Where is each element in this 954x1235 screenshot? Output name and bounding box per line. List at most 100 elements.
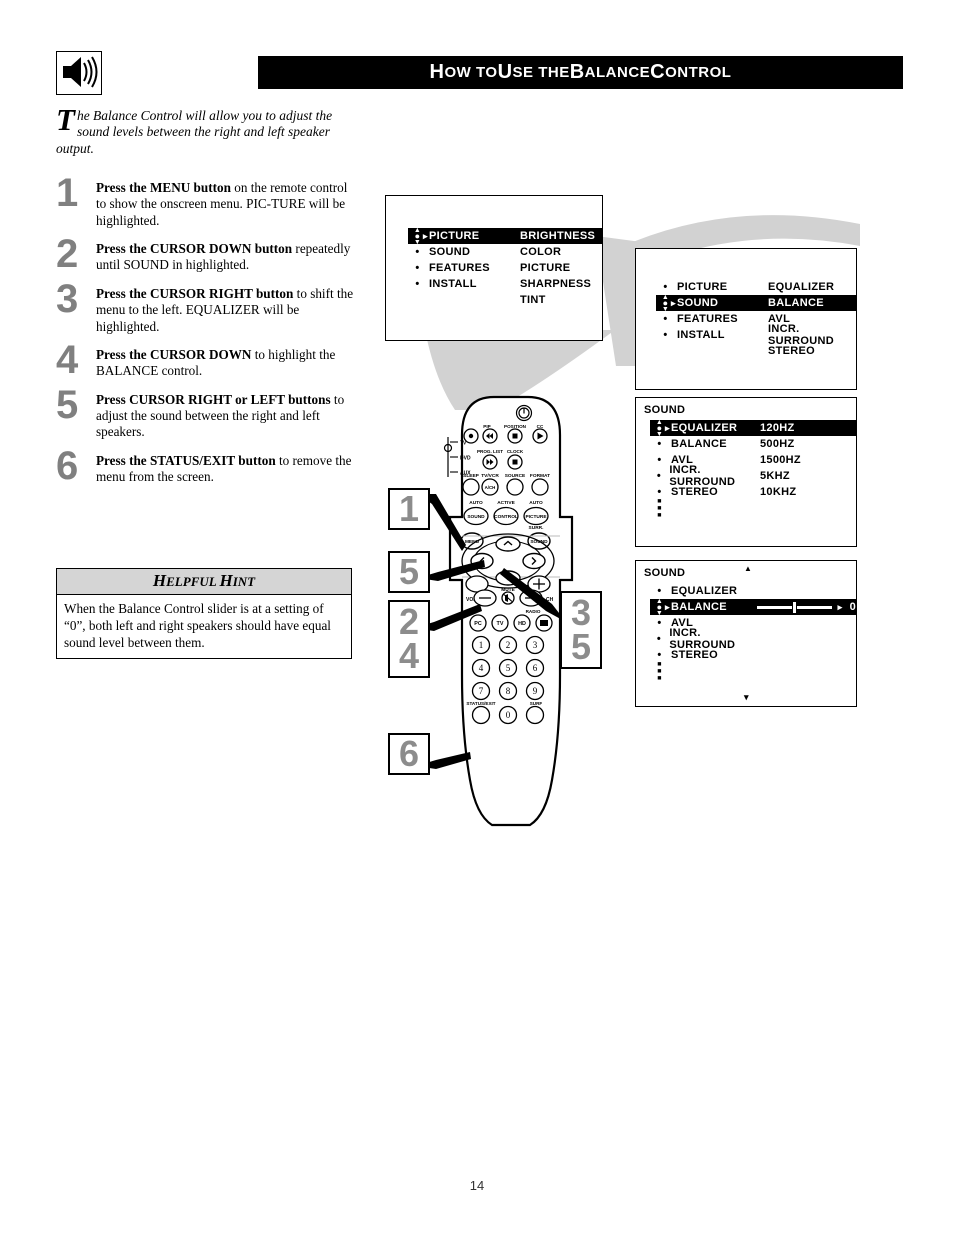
osd-menu-item[interactable]: • INCR. SURROUND bbox=[650, 627, 856, 651]
scroll-down-arrow-icon: ▾ bbox=[744, 692, 749, 702]
osd-menu-item[interactable]: • SOUND COLOR bbox=[408, 244, 602, 260]
osd-menu-item[interactable]: STEREO bbox=[656, 343, 856, 359]
osd-item-label: STEREO bbox=[671, 486, 719, 498]
osd-menu-item[interactable]: • BALANCE 500HZ bbox=[650, 436, 856, 452]
helpful-hint-box: HELPFUL HINT When the Balance Control sl… bbox=[56, 568, 352, 660]
helpful-hint-title: HELPFUL HINT bbox=[57, 569, 351, 595]
callout-3-number: 3 bbox=[570, 592, 592, 633]
osd3-more-indicator: ■ ■ ■ bbox=[650, 497, 856, 519]
osd-menu-item[interactable]: ▲ ● ▼ ▸ SOUND BALANCE bbox=[656, 293, 856, 313]
step-text: Press the STATUS/EXIT button to remove t… bbox=[96, 452, 352, 485]
callout-5-number: 5 bbox=[398, 551, 420, 592]
manual-page: H OW TO U SE THE B ALANCE C ONTROL The Balan… bbox=[0, 0, 954, 1235]
osd-item-value: SHARPNESS bbox=[520, 278, 592, 290]
page-title: H OW TO U SE THE B ALANCE C ONTROL bbox=[429, 61, 732, 83]
osd-menu-sound-selected: • PICTURE EQUALIZER ▲ ● ▼ ▸ SOUND BALANCE • FEATUR… bbox=[635, 248, 857, 390]
page-number: 14 bbox=[469, 1178, 485, 1193]
osd-menu-item[interactable]: ▲ ● ▼ ▸ PICTURE BRIGHTNESS bbox=[408, 227, 602, 246]
callout-4-number: 4 bbox=[398, 635, 420, 676]
svg-text:CLOCK: CLOCK bbox=[507, 449, 524, 454]
bullet-icon: • bbox=[657, 649, 662, 661]
slider-knob[interactable] bbox=[792, 601, 796, 613]
osd-item-label: SOUND bbox=[429, 246, 471, 258]
steps-list: 1 Press the MENU button on the remote con… bbox=[56, 171, 356, 493]
osd3-body: ▲ ● ▼ ▸ EQUALIZER 120HZ • BALANCE 500HZ • AVL 1500H… bbox=[636, 418, 856, 519]
slider-track-right bbox=[796, 605, 832, 609]
osd-item-label: BALANCE bbox=[671, 438, 727, 450]
callout-6-number: 6 bbox=[398, 733, 420, 774]
osd-item-value: BRIGHTNESS bbox=[520, 230, 596, 242]
step-item: 2 Press the CURSOR DOWN button repeatedly… bbox=[56, 232, 356, 277]
slider-track-left bbox=[756, 605, 792, 609]
osd-item-value: TINT bbox=[520, 294, 546, 306]
svg-text:POSITION: POSITION bbox=[504, 424, 527, 429]
bullet-icon: • bbox=[663, 281, 668, 293]
step-item: 5 Press CURSOR RIGHT or LEFT buttons to a… bbox=[56, 382, 356, 441]
osd-menu-item[interactable]: • INSTALL INCR. SURROUND bbox=[656, 323, 856, 347]
callout-5b-number: 5 bbox=[570, 626, 592, 667]
callout-1-number: 1 bbox=[398, 488, 420, 529]
more-items-dots-icon: ■ ■ ■ bbox=[657, 497, 662, 519]
speaker-volume-icon bbox=[56, 51, 102, 95]
page-header-bar: H OW TO U SE THE B ALANCE C ONTROL bbox=[258, 56, 903, 89]
step-text: Press CURSOR RIGHT or LEFT buttons to ad… bbox=[96, 391, 345, 440]
scroll-up-arrow-icon: ▲ bbox=[744, 564, 753, 573]
callout-5: 5 bbox=[388, 551, 430, 593]
step-number: 2 bbox=[56, 232, 79, 277]
osd-item-label: INCR. SURROUND bbox=[669, 464, 736, 488]
step-number: 1 bbox=[56, 171, 79, 215]
osd-item-label: PICTURE bbox=[677, 281, 728, 293]
osd-menu-item[interactable]: • INSTALL SHARPNESS bbox=[408, 276, 602, 292]
osd-menu-sound-equalizer: SOUND ▲ ● ▼ ▸ EQUALIZER 120HZ • BALANCE 500HZ • AV… bbox=[635, 397, 857, 547]
step-item: 1 Press the MENU button on the remote con… bbox=[56, 171, 356, 229]
osd2-body: • PICTURE EQUALIZER ▲ ● ▼ ▸ SOUND BALANCE • FEATUR… bbox=[636, 249, 856, 359]
osd-menu-item[interactable]: • INCR. SURROUND 5KHZ bbox=[650, 464, 856, 488]
osd-item-value: 1500HZ bbox=[760, 454, 801, 466]
bullet-icon: • bbox=[657, 486, 662, 498]
osd3-title: SOUND bbox=[644, 404, 686, 416]
step-text: Press the CURSOR DOWN to highlight the B… bbox=[96, 346, 336, 379]
svg-text:PROG. LIST: PROG. LIST bbox=[477, 449, 503, 454]
bullet-icon: • bbox=[656, 470, 662, 482]
step-number: 6 bbox=[56, 443, 79, 488]
osd-menu-item[interactable]: ▲ ● ▼ ▸ BALANCE ▸ 0 bbox=[650, 598, 856, 617]
osd-menu-picture: ▲ ● ▼ ▸ PICTURE BRIGHTNESS • SOUND COLOR • FEATURE… bbox=[385, 195, 603, 341]
step-text: Press the CURSOR RIGHT button to shift t… bbox=[96, 285, 354, 334]
osd-menu-item[interactable]: ▲ ● ▼ ▸ EQUALIZER 120HZ bbox=[650, 418, 856, 438]
step-number: 5 bbox=[56, 382, 79, 427]
osd-item-label: FEATURES bbox=[677, 313, 738, 325]
bullet-icon: • bbox=[657, 438, 662, 450]
svg-text:PIP: PIP bbox=[483, 424, 490, 429]
osd-item-value: COLOR bbox=[520, 246, 562, 258]
more-items-dots-icon: ■ ■ ■ bbox=[657, 660, 662, 682]
updown-arrow-icon: ▲ ● ▼ bbox=[655, 418, 664, 438]
svg-text:DVD: DVD bbox=[460, 456, 471, 462]
osd-item-label: INSTALL bbox=[429, 278, 477, 290]
osd-item-label: BALANCE bbox=[671, 601, 727, 613]
svg-text:SOURCE: SOURCE bbox=[505, 473, 526, 479]
osd-item-label: STEREO bbox=[671, 649, 719, 661]
svg-text:SLEEP: SLEEP bbox=[463, 473, 480, 479]
osd-item-label: EQUALIZER bbox=[671, 422, 738, 434]
step-text: Press the MENU button on the remote cont… bbox=[96, 180, 348, 228]
osd-item-label: PICTURE bbox=[429, 230, 480, 242]
osd4-body: • EQUALIZER ▲ ● ▼ ▸ BALANCE ▸ 0 • AVL • INCR. SURROU… bbox=[636, 583, 856, 682]
svg-text:TV/VCR: TV/VCR bbox=[481, 473, 499, 479]
bullet-icon: • bbox=[415, 246, 420, 258]
osd-menu-item[interactable]: • FEATURES PICTURE bbox=[408, 260, 602, 276]
osd-item-label: FEATURES bbox=[429, 262, 490, 274]
updown-arrow-icon: ▲ ● ▼ bbox=[661, 293, 670, 313]
osd-item-value: 10KHZ bbox=[760, 486, 797, 498]
osd-item-label: SOUND bbox=[677, 297, 719, 309]
balance-slider[interactable]: ▸ 0 bbox=[756, 601, 856, 613]
step-item: 6 Press the STATUS/EXIT button to remove … bbox=[56, 443, 356, 488]
osd-item-label: EQUALIZER bbox=[671, 585, 738, 597]
osd-menu-item[interactable]: TINT bbox=[408, 292, 602, 308]
osd-item-label: INSTALL bbox=[677, 329, 725, 341]
bullet-icon: • bbox=[656, 633, 662, 645]
osd-item-value: PICTURE bbox=[520, 262, 571, 274]
bullet-icon: • bbox=[657, 585, 662, 597]
osd-item-value: 500HZ bbox=[760, 438, 795, 450]
osd-item-value: 5KHZ bbox=[760, 470, 790, 482]
step-text: Press the CURSOR DOWN button repeatedly … bbox=[96, 241, 351, 273]
